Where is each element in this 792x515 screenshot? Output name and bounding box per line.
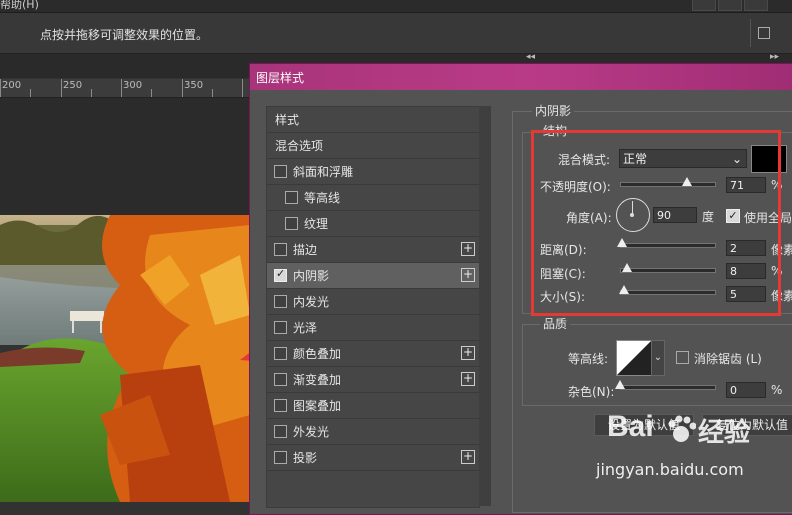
pattern-overlay-checkbox[interactable]	[274, 399, 287, 412]
contour-label: 等高线:	[568, 352, 609, 366]
style-item-contour[interactable]: 等高线	[267, 185, 479, 211]
antialias-label: 消除锯齿 (L)	[694, 352, 762, 366]
style-item-bevel-emboss[interactable]: 斜面和浮雕	[267, 159, 479, 185]
style-item-inner-glow[interactable]: 内发光	[267, 289, 479, 315]
gradient-overlay-checkbox[interactable]	[274, 373, 287, 386]
style-label: 图案叠加	[293, 399, 342, 413]
style-label: 斜面和浮雕	[293, 165, 354, 179]
style-item-outer-glow[interactable]: 外发光	[267, 419, 479, 445]
outer-glow-checkbox[interactable]	[274, 425, 287, 438]
texture-checkbox[interactable]	[285, 217, 298, 230]
add-stroke-icon[interactable]: +	[461, 242, 475, 256]
style-item-color-overlay[interactable]: 颜色叠加 +	[267, 341, 479, 367]
noise-unit: %	[771, 383, 783, 397]
noise-slider-thumb[interactable]	[615, 380, 625, 389]
inner-glow-checkbox[interactable]	[274, 295, 287, 308]
style-label: 纹理	[304, 217, 329, 231]
paw-logo-icon	[668, 415, 696, 442]
style-item-satin[interactable]: 光泽	[267, 315, 479, 341]
annotation-highlight-box	[531, 130, 781, 316]
contour-checkbox[interactable]	[285, 191, 298, 204]
noise-input[interactable]: 0	[726, 382, 766, 398]
style-label: 投影	[293, 451, 318, 465]
style-item-pattern-overlay[interactable]: 图案叠加	[267, 393, 479, 419]
styles-scrollbar[interactable]	[479, 106, 491, 506]
satin-checkbox[interactable]	[274, 321, 287, 334]
bevel-checkbox[interactable]	[274, 165, 287, 178]
style-label: 光泽	[293, 321, 318, 335]
style-label: 渐变叠加	[293, 373, 342, 387]
watermark-brand-right: 经验	[698, 418, 751, 448]
contour-picker[interactable]	[616, 340, 652, 376]
color-overlay-checkbox[interactable]	[274, 347, 287, 360]
style-label: 颜色叠加	[293, 347, 342, 361]
style-item-styles[interactable]: 样式	[267, 107, 479, 133]
noise-label: 杂色(N):	[568, 385, 615, 399]
style-label: 样式	[275, 113, 300, 127]
linear-contour-icon	[617, 341, 651, 375]
style-item-texture[interactable]: 纹理	[267, 211, 479, 237]
style-item-drop-shadow[interactable]: 投影 +	[267, 445, 479, 471]
style-label: 内发光	[293, 295, 330, 309]
baidu-watermark: Bai 经验 jingyan.baidu.com	[582, 410, 792, 502]
style-label: 混合选项	[275, 139, 324, 153]
dialog-title-bar[interactable]: 图层样式	[250, 64, 792, 90]
stroke-checkbox[interactable]	[274, 243, 287, 256]
style-label: 描边	[293, 243, 318, 257]
style-label: 内阴影	[293, 269, 330, 283]
add-gradient-overlay-icon[interactable]: +	[461, 372, 475, 386]
inner-shadow-heading: 内阴影	[532, 102, 575, 119]
chevron-down-icon[interactable]: ⌄	[651, 340, 665, 376]
drop-shadow-checkbox[interactable]	[274, 451, 287, 464]
quality-heading: 品质	[540, 315, 571, 332]
dialog-title: 图层样式	[256, 71, 305, 85]
add-color-overlay-icon[interactable]: +	[461, 346, 475, 360]
antialias-checkbox[interactable]	[676, 351, 689, 364]
noise-slider-track[interactable]	[620, 385, 716, 390]
style-item-gradient-overlay[interactable]: 渐变叠加 +	[267, 367, 479, 393]
style-label: 等高线	[304, 191, 341, 205]
style-item-inner-shadow[interactable]: 内阴影 +	[267, 263, 479, 289]
add-drop-shadow-icon[interactable]: +	[461, 450, 475, 464]
styles-list: 样式 混合选项 斜面和浮雕 等高线 纹理 描边 + 内阴影 + 内发	[266, 106, 480, 508]
add-inner-shadow-icon[interactable]: +	[461, 268, 475, 282]
watermark-brand-left: Bai	[607, 410, 654, 443]
watermark-url: jingyan.baidu.com	[596, 460, 744, 479]
inner-shadow-checkbox[interactable]	[274, 267, 287, 282]
style-item-stroke[interactable]: 描边 +	[267, 237, 479, 263]
style-item-blending-options[interactable]: 混合选项	[267, 133, 479, 159]
style-label: 外发光	[293, 425, 330, 439]
